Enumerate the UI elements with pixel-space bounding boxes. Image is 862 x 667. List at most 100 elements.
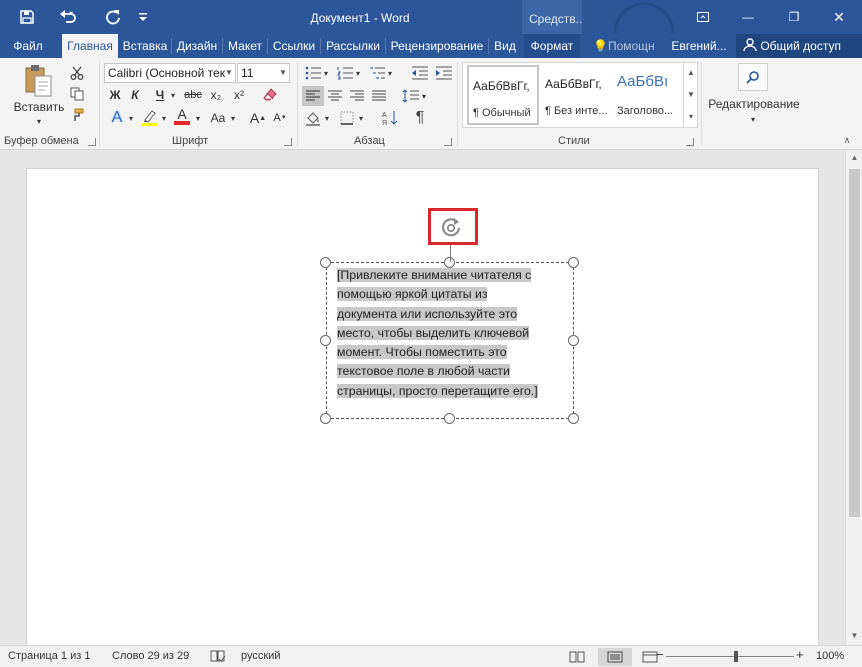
show-formatting-button[interactable]: ¶ [410,108,430,128]
find-button[interactable] [738,63,768,91]
change-case-dropdown[interactable]: ▾ [228,108,238,128]
align-right-button[interactable] [346,86,368,106]
tab-file[interactable]: Файл [6,34,50,58]
user-account[interactable]: Евгений... [668,34,730,58]
borders-button[interactable] [336,108,358,128]
customize-qat-button[interactable] [136,5,150,29]
minimize-button[interactable]: — [725,0,771,34]
borders-dropdown[interactable]: ▾ [357,108,365,128]
tab-home[interactable]: Главная [62,34,118,58]
undo-button[interactable] [50,5,90,29]
resize-handle-bottom-left[interactable] [320,413,331,424]
font-launcher[interactable] [284,138,292,146]
align-left-button[interactable] [302,86,324,106]
numbering-button[interactable] [334,64,356,82]
style-no-spacing[interactable]: АаБбВвГг, ¶ Без инте... [541,65,613,125]
page-count[interactable]: Страница 1 из 1 [8,650,90,662]
rotate-icon[interactable] [440,216,462,238]
zoom-slider-track[interactable] [666,656,794,657]
line-spacing-button[interactable] [400,86,422,106]
tab-design[interactable]: Дизайн [173,34,221,58]
line-spacing-dropdown[interactable]: ▾ [420,86,428,106]
share-button[interactable]: Общий доступ [736,34,862,58]
style-normal[interactable]: АаБбВвГг, ¶ Обычный [467,65,539,125]
superscript-button[interactable]: x² [229,86,249,104]
save-button[interactable] [10,5,44,29]
font-name-combo[interactable]: Calibri (Основной тек ▼ [104,63,236,83]
zoom-out-button[interactable]: − [656,647,664,662]
decrease-indent-button[interactable] [410,64,430,82]
print-layout-button[interactable] [598,648,632,666]
zoom-in-button[interactable]: + [796,647,804,662]
bullets-button[interactable] [302,64,324,82]
styles-more-button[interactable]: ▾ [684,106,698,128]
bullets-dropdown[interactable]: ▾ [322,64,330,82]
shrink-font-button[interactable]: A ▼ [272,108,288,128]
scroll-thumb[interactable] [849,169,860,517]
tab-insert[interactable]: Вставка [120,34,170,58]
read-mode-button[interactable] [563,648,591,666]
highlight-button[interactable] [138,106,160,128]
font-color-dropdown[interactable]: ▾ [193,108,203,128]
resize-handle-left[interactable] [320,335,331,346]
shading-button[interactable] [302,108,324,128]
text-effects-dropdown[interactable]: ▾ [126,108,136,128]
paste-button[interactable] [18,64,58,98]
numbering-dropdown[interactable]: ▾ [354,64,362,82]
sort-button[interactable]: AЯ [380,108,400,128]
resize-handle-top-right[interactable] [568,257,579,268]
multilevel-list-button[interactable] [366,64,388,82]
resize-handle-bottom[interactable] [444,413,455,424]
strikethrough-button[interactable]: abc [182,86,204,104]
word-count[interactable]: Слово 29 из 29 [112,650,189,662]
language-indicator[interactable]: русский [241,650,280,662]
zoom-slider-thumb[interactable] [734,651,738,662]
change-case-button[interactable]: Aa [207,108,229,128]
align-center-button[interactable] [324,86,346,106]
shading-dropdown[interactable]: ▾ [323,108,331,128]
justify-button[interactable] [368,86,390,106]
font-size-combo[interactable]: 11 ▼ [237,63,290,83]
styles-down-button[interactable]: ▼ [684,84,698,106]
copy-button[interactable] [68,85,86,103]
cut-button[interactable] [68,64,86,82]
highlight-dropdown[interactable]: ▾ [159,108,169,128]
underline-button[interactable]: Ч [151,86,169,104]
restore-button[interactable]: ❐ [771,0,817,34]
multilevel-dropdown[interactable]: ▾ [386,64,394,82]
tell-me-box[interactable]: 💡Помощн [593,34,663,58]
scroll-down-arrow[interactable]: ▼ [846,629,862,643]
paste-dropdown-arrow[interactable]: ▾ [34,116,44,126]
format-painter-button[interactable] [68,106,86,124]
resize-handle-bottom-right[interactable] [568,413,579,424]
zoom-level[interactable]: 100% [816,650,844,662]
clipboard-launcher[interactable] [88,138,96,146]
collapse-ribbon-button[interactable]: ∧ [840,134,854,146]
tab-mailings[interactable]: Рассылки [322,34,384,58]
style-heading1[interactable]: АаБбВı Заголово... [613,65,685,125]
tab-format[interactable]: Формат [524,34,580,58]
close-button[interactable]: ✕ [816,0,862,34]
scroll-up-arrow[interactable]: ▲ [846,151,862,165]
tab-references[interactable]: Ссылки [269,34,319,58]
underline-dropdown[interactable]: ▾ [168,86,178,104]
increase-indent-button[interactable] [434,64,454,82]
tab-layout[interactable]: Макет [224,34,266,58]
styles-up-button[interactable]: ▲ [684,62,698,84]
italic-button[interactable]: К [126,86,144,104]
bold-button[interactable]: Ж [106,86,124,104]
text-effects-button[interactable]: A [106,108,128,128]
tab-review[interactable]: Рецензирование [387,34,487,58]
resize-handle-top-left[interactable] [320,257,331,268]
ribbon-display-options-button[interactable] [680,0,726,34]
subscript-button[interactable]: x₂ [206,86,226,104]
paragraph-launcher[interactable] [444,138,452,146]
grow-font-button[interactable]: A ▲ [250,108,266,128]
tab-view[interactable]: Вид [490,34,520,58]
font-color-button[interactable]: A [172,105,192,127]
clear-formatting-button[interactable] [260,85,280,105]
styles-launcher[interactable] [686,138,694,146]
proofing-button[interactable] [210,650,226,666]
redo-button[interactable] [96,5,130,29]
resize-handle-right[interactable] [568,335,579,346]
